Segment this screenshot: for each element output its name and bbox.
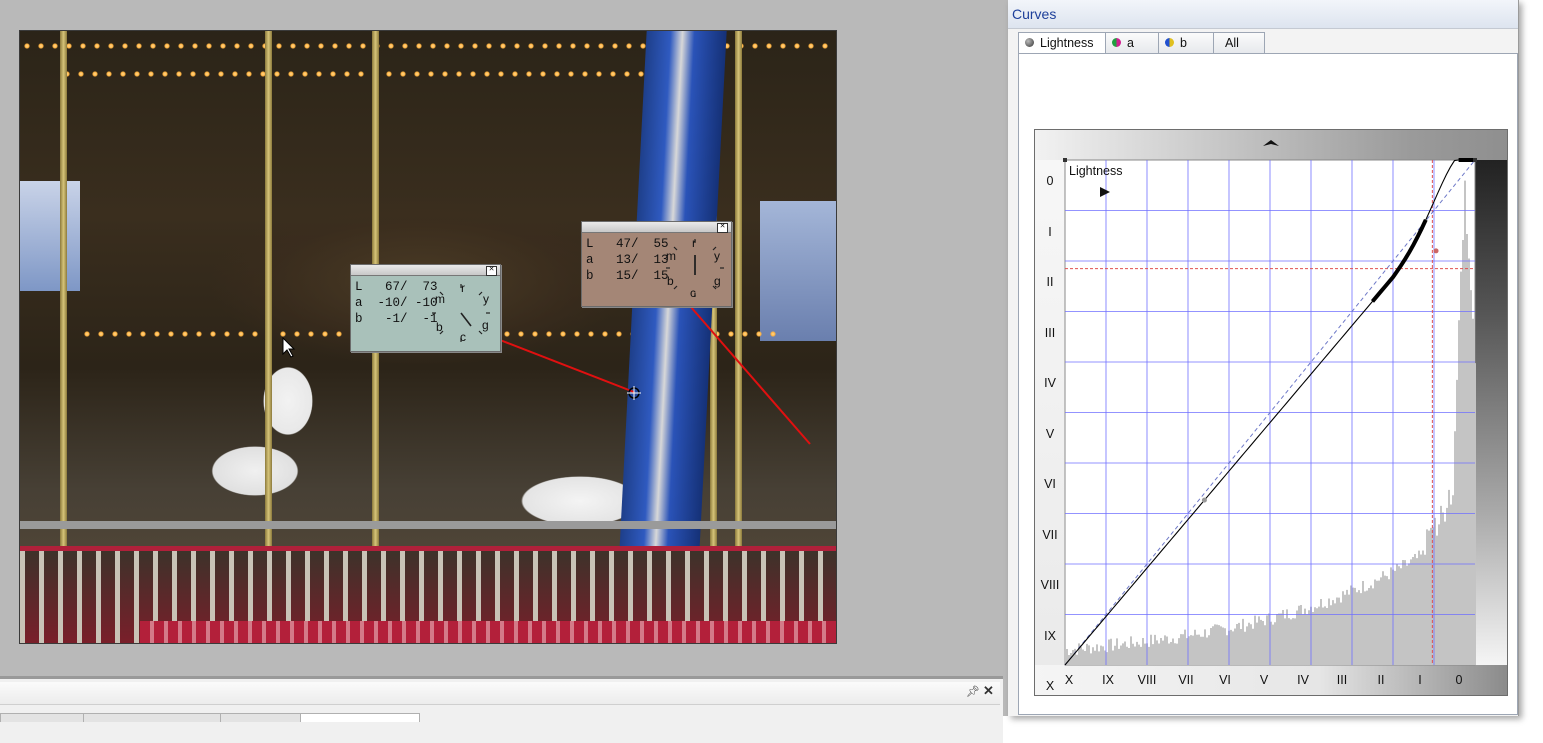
dial-label-g: g — [482, 318, 489, 332]
x-axis-label: II — [1377, 673, 1385, 687]
probe-a-value: a -10/ -10 — [355, 296, 438, 310]
x-axis-label: VIII — [1137, 673, 1157, 687]
probe-b-value: b -1/ -1 — [355, 312, 438, 326]
probe-titlebar[interactable]: ✕ — [582, 222, 731, 233]
dial-label-g: g — [714, 274, 721, 288]
b-channel-icon — [1165, 38, 1174, 47]
probe-1-connector — [499, 339, 635, 393]
dial-label-b: b — [667, 274, 674, 288]
x-axis-label: IX — [1102, 673, 1114, 687]
dial-label-y: y — [483, 292, 489, 306]
y-axis-label: I — [1048, 224, 1052, 239]
color-probe-1[interactable]: ✕ L 67/ 73 a -10/ -10 b -1/ -1 m r y g c b — [350, 264, 501, 352]
curve-control-point — [1201, 497, 1207, 503]
lightness-sphere-icon — [1025, 38, 1034, 47]
x-axis-label: III — [1336, 673, 1348, 687]
curve-control-point — [1433, 248, 1439, 254]
dial-label-r: r — [692, 236, 696, 250]
y-axis-label: IV — [1044, 376, 1056, 390]
y-axis-label: IX — [1044, 628, 1056, 643]
corner-handle — [1063, 158, 1067, 162]
tab-lightness[interactable]: Lightness — [1018, 32, 1106, 55]
tab-label: All — [1225, 36, 1239, 50]
close-icon[interactable]: ✕ — [717, 223, 728, 233]
dial-label-c: c — [460, 330, 466, 344]
dial-label-b: b — [436, 320, 443, 334]
probe-2-connector — [689, 305, 811, 445]
play-triangle-icon[interactable] — [1099, 186, 1111, 198]
probe-L-value: L 47/ 55 — [586, 237, 669, 251]
channel-tabs: Lightness a b All — [1018, 32, 1508, 55]
sample-point-marker — [627, 386, 641, 400]
y-axis-label: VI — [1044, 477, 1056, 491]
a-channel-icon — [1112, 38, 1121, 47]
channel-label: Lightness — [1069, 164, 1123, 178]
dial-label-c: c — [690, 286, 696, 300]
pin-icon[interactable]: 📌︎ — [966, 685, 980, 698]
close-icon[interactable]: ✕ — [983, 683, 994, 699]
corner-handle — [1473, 158, 1477, 162]
y-axis-label: III — [1044, 325, 1056, 340]
color-probe-2[interactable]: ✕ L 47/ 55 a 13/ 13 b 15/ 15 m r y g c b — [581, 221, 732, 307]
tab-label: b — [1180, 36, 1187, 50]
dial-needle — [460, 312, 472, 327]
bottom-tab[interactable] — [0, 713, 84, 722]
tab-a[interactable]: a — [1105, 32, 1159, 54]
curve-plot[interactable] — [1035, 130, 1507, 695]
image-workspace: ✕ L 67/ 73 a -10/ -10 b -1/ -1 m r y g c b — [0, 0, 1003, 676]
x-axis-label: IV — [1297, 673, 1309, 687]
bottom-dock-panel: 📌︎ ✕ — [0, 676, 1003, 743]
tab-b[interactable]: b — [1158, 32, 1214, 54]
probe-connectors — [282, 305, 811, 445]
mouse-cursor-icon — [282, 336, 296, 358]
dial-label-r: r — [461, 281, 465, 295]
curves-graph: Lightness 0 I II III IV V VI VII VIII IX X X IX VIII… — [1034, 129, 1508, 696]
bottom-tab[interactable] — [83, 713, 221, 722]
dial-label-m: m — [666, 249, 676, 263]
probe-b-value: b 15/ 15 — [586, 269, 669, 283]
probe-a-value: a 13/ 13 — [586, 253, 669, 267]
tab-all[interactable]: All — [1213, 32, 1265, 54]
tab-label: Lightness — [1040, 36, 1094, 50]
x-axis-label: X — [1064, 673, 1074, 687]
y-axis-label: 0 — [1046, 174, 1054, 188]
bottom-panel-header — [0, 682, 1000, 705]
bottom-tab[interactable] — [300, 713, 420, 722]
bottom-tab[interactable] — [220, 713, 301, 722]
probe-values: L 47/ 55 a 13/ 13 b 15/ 15 — [586, 236, 669, 284]
y-axis-label: V — [1045, 426, 1055, 441]
x-axis-label: I — [1418, 673, 1422, 687]
hue-dial: m r y g c b — [430, 281, 492, 344]
y-axis-label: VII — [1042, 527, 1058, 542]
x-axis-label: 0 — [1455, 673, 1463, 687]
close-icon[interactable]: ✕ — [486, 266, 497, 276]
probe-titlebar[interactable]: ✕ — [351, 265, 500, 276]
hue-dial: m r y g c b — [664, 236, 726, 300]
x-axis-label: V — [1259, 673, 1269, 687]
y-axis-label: II — [1046, 275, 1054, 289]
dial-label-m: m — [435, 292, 445, 306]
probe-values: L 67/ 73 a -10/ -10 b -1/ -1 — [355, 279, 438, 327]
dial-label-y: y — [714, 249, 720, 263]
bottom-panel-tabs — [0, 713, 420, 722]
curves-title: Curves — [1012, 6, 1057, 22]
x-axis-label: VII — [1178, 673, 1194, 687]
probe-L-value: L 67/ 73 — [355, 280, 438, 294]
curves-titlebar: Curves — [1008, 0, 1518, 29]
tab-label: a — [1127, 36, 1134, 50]
y-axis-label: VIII — [1040, 578, 1060, 592]
x-axis-label: VI — [1219, 673, 1231, 687]
